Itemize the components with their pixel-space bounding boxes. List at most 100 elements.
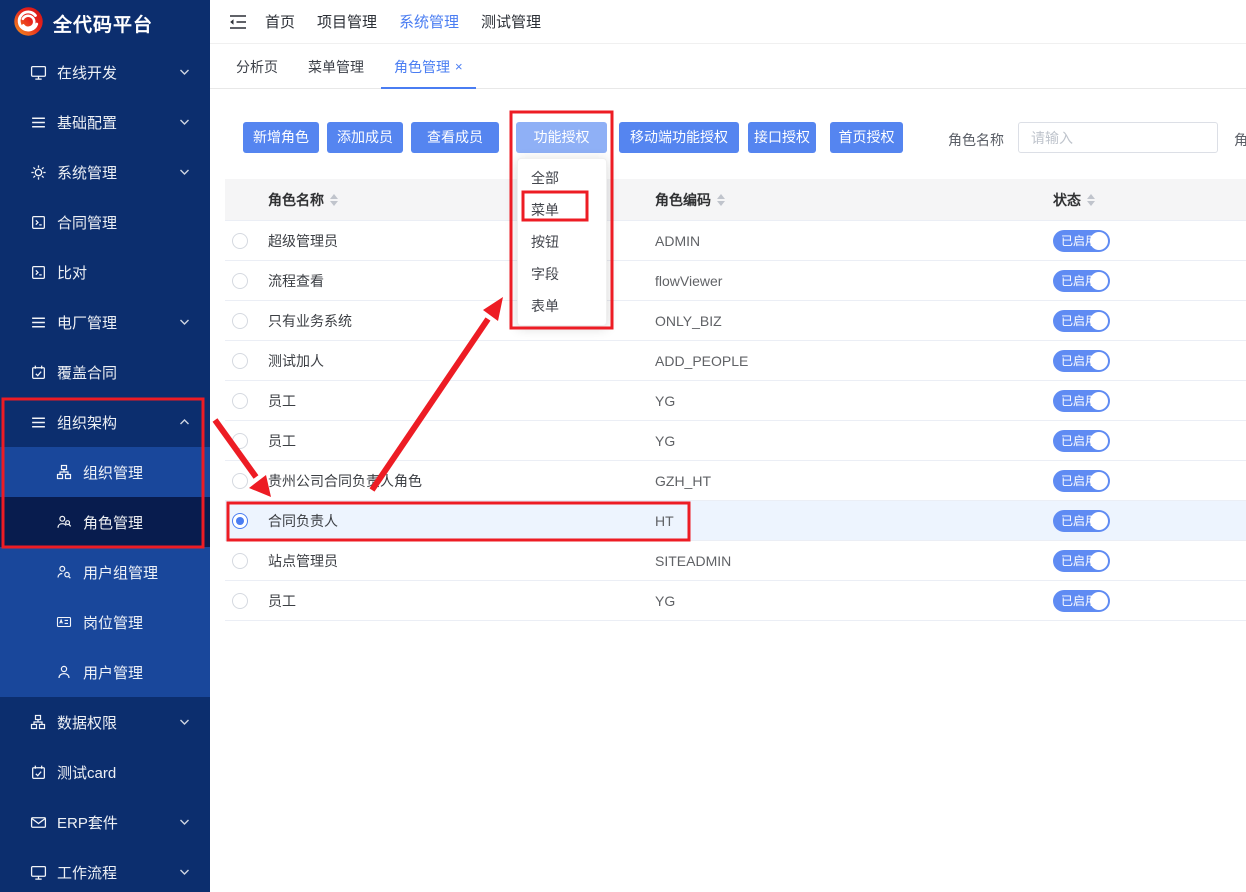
list-icon xyxy=(30,314,47,331)
sidebar-item-basic-config[interactable]: 基础配置 xyxy=(0,97,210,147)
role-code-cell: YG xyxy=(655,433,1053,449)
sort-carets-icon xyxy=(330,194,338,206)
table-row[interactable]: 员工 YG 已启用 xyxy=(225,421,1246,461)
tab-label: 分析页 xyxy=(236,57,278,77)
role-code-cell: YG xyxy=(655,593,1053,609)
add-role-button[interactable]: 新增角色 xyxy=(243,122,319,153)
status-toggle[interactable]: 已启用 xyxy=(1053,590,1110,612)
nav-item-test-mgmt[interactable]: 测试管理 xyxy=(481,11,541,32)
row-radio[interactable] xyxy=(232,313,248,329)
calendar-icon xyxy=(30,764,47,781)
tab-role-mgmt[interactable]: 角色管理 × xyxy=(381,45,476,88)
dropdown-item-form[interactable]: 表单 xyxy=(518,290,606,322)
role-name-cell: 员工 xyxy=(268,391,655,411)
monitor-icon xyxy=(30,864,47,881)
role-name-cell: 合同负责人 xyxy=(268,511,655,531)
table-row[interactable]: 测试加人 ADD_PEOPLE 已启用 xyxy=(225,341,1246,381)
sidebar-item-label: 在线开发 xyxy=(57,62,117,83)
status-toggle[interactable]: 已启用 xyxy=(1053,270,1110,292)
status-label: 已启用 xyxy=(1061,430,1097,452)
row-radio-checked[interactable] xyxy=(232,513,248,529)
sidebar-item-label: 用户管理 xyxy=(83,662,143,683)
status-toggle[interactable]: 已启用 xyxy=(1053,230,1110,252)
role-code-cell: ADMIN xyxy=(655,233,1053,249)
sidebar-item-org-structure[interactable]: 组织架构 xyxy=(0,397,210,447)
sidebar-item-usergroup-mgmt[interactable]: 用户组管理 xyxy=(0,547,210,597)
home-auth-button[interactable]: 首页授权 xyxy=(830,122,903,153)
row-radio[interactable] xyxy=(232,393,248,409)
table-row[interactable]: 贵州公司合同负责人角色 GZH_HT 已启用 xyxy=(225,461,1246,501)
nav-item-system-mgmt[interactable]: 系统管理 xyxy=(399,11,459,32)
row-radio[interactable] xyxy=(232,593,248,609)
function-auth-button[interactable]: 功能授权 xyxy=(516,122,607,153)
badge-icon xyxy=(56,614,73,631)
sidebar-item-plant-mgmt[interactable]: 电厂管理 xyxy=(0,297,210,347)
table-row[interactable]: 员工 YG 已启用 xyxy=(225,581,1246,621)
role-code-cell: GZH_HT xyxy=(655,473,1053,489)
status-toggle[interactable]: 已启用 xyxy=(1053,390,1110,412)
sidebar-item-contract-mgmt[interactable]: 合同管理 xyxy=(0,197,210,247)
row-radio[interactable] xyxy=(232,553,248,569)
function-auth-dropdown: 全部 菜单 按钮 字段 表单 xyxy=(517,158,607,326)
menu-fold-icon[interactable] xyxy=(228,13,248,31)
status-toggle[interactable]: 已启用 xyxy=(1053,310,1110,332)
role-code-cell: YG xyxy=(655,393,1053,409)
mobile-function-auth-button[interactable]: 移动端功能授权 xyxy=(619,122,739,153)
column-header-role-code[interactable]: 角色编码 xyxy=(655,190,1053,210)
sidebar-item-workflow[interactable]: 工作流程 xyxy=(0,847,210,892)
tab-menu-mgmt[interactable]: 菜单管理 xyxy=(295,45,377,88)
sidebar-item-data-permission[interactable]: 数据权限 xyxy=(0,697,210,747)
dropdown-item-button[interactable]: 按钮 xyxy=(518,226,606,258)
sidebar-item-label: 基础配置 xyxy=(57,112,117,133)
row-radio[interactable] xyxy=(232,433,248,449)
sidebar-item-org-mgmt[interactable]: 组织管理 xyxy=(0,447,210,497)
sort-carets-icon xyxy=(717,194,725,206)
orgchart-icon xyxy=(56,464,73,481)
status-toggle[interactable]: 已启用 xyxy=(1053,430,1110,452)
table-row[interactable]: 只有业务系统 ONLY_BIZ 已启用 xyxy=(225,301,1246,341)
sidebar-item-erp-suite[interactable]: ERP套件 xyxy=(0,797,210,847)
row-radio[interactable] xyxy=(232,273,248,289)
tab-analysis[interactable]: 分析页 xyxy=(223,45,291,88)
row-radio[interactable] xyxy=(232,233,248,249)
table-row-selected[interactable]: 合同负责人 HT 已启用 xyxy=(225,501,1246,541)
table-row[interactable]: 员工 YG 已启用 xyxy=(225,381,1246,421)
sidebar-item-label: 电厂管理 xyxy=(57,312,117,333)
dropdown-item-menu[interactable]: 菜单 xyxy=(518,194,606,226)
table-row[interactable]: 流程查看 flowViewer 已启用 xyxy=(225,261,1246,301)
sidebar-item-cover-contract[interactable]: 覆盖合同 xyxy=(0,347,210,397)
nav-item-project-mgmt[interactable]: 项目管理 xyxy=(317,11,377,32)
sidebar-item-test-card[interactable]: 测试card xyxy=(0,747,210,797)
api-auth-button[interactable]: 接口授权 xyxy=(748,122,816,153)
sidebar-item-label: 系统管理 xyxy=(57,162,117,183)
view-members-button[interactable]: 查看成员 xyxy=(411,122,499,153)
sidebar-item-user-mgmt[interactable]: 用户管理 xyxy=(0,647,210,697)
add-member-button[interactable]: 添加成员 xyxy=(327,122,403,153)
dropdown-item-field[interactable]: 字段 xyxy=(518,258,606,290)
sidebar-item-role-mgmt[interactable]: 角色管理 xyxy=(0,497,210,547)
role-name-filter-input[interactable] xyxy=(1018,122,1218,153)
envelope-icon xyxy=(30,814,47,831)
status-toggle[interactable]: 已启用 xyxy=(1053,350,1110,372)
table-row[interactable]: 超级管理员 ADMIN 已启用 xyxy=(225,221,1246,261)
sidebar-item-system-mgmt[interactable]: 系统管理 xyxy=(0,147,210,197)
sidebar-item-online-dev[interactable]: 在线开发 xyxy=(0,47,210,97)
sidebar-item-compare[interactable]: 比对 xyxy=(0,247,210,297)
status-toggle[interactable]: 已启用 xyxy=(1053,510,1110,532)
row-radio[interactable] xyxy=(232,473,248,489)
status-toggle[interactable]: 已启用 xyxy=(1053,470,1110,492)
row-radio[interactable] xyxy=(232,353,248,369)
table-row[interactable]: 站点管理员 SITEADMIN 已启用 xyxy=(225,541,1246,581)
nav-item-home[interactable]: 首页 xyxy=(265,11,295,32)
role-icon xyxy=(56,514,73,531)
sidebar-item-label: 岗位管理 xyxy=(83,612,143,633)
sidebar-item-post-mgmt[interactable]: 岗位管理 xyxy=(0,597,210,647)
status-toggle[interactable]: 已启用 xyxy=(1053,550,1110,572)
role-code-cell: flowViewer xyxy=(655,273,1053,289)
page-tabbar: 分析页 菜单管理 角色管理 × xyxy=(210,45,1246,89)
chevron-down-icon xyxy=(179,168,190,176)
close-icon[interactable]: × xyxy=(455,59,463,74)
column-header-status[interactable]: 状态 xyxy=(1053,190,1246,210)
dropdown-item-all[interactable]: 全部 xyxy=(518,162,606,194)
column-header-label: 角色名称 xyxy=(268,190,324,210)
